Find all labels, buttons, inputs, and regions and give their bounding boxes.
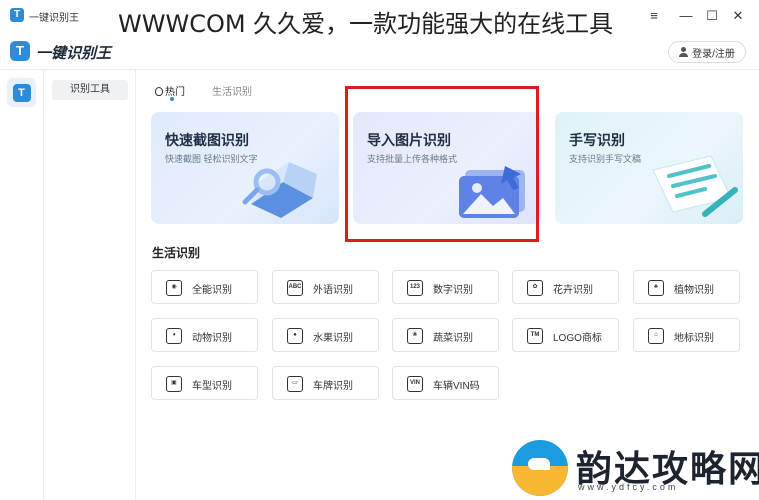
- tool-foreign-language-recognition[interactable]: ABC 外语识别: [272, 270, 379, 304]
- user-icon: [679, 47, 689, 57]
- tool-label: 水果识别: [313, 333, 353, 344]
- tool-label: LOGO商标: [553, 333, 602, 344]
- tab-hot[interactable]: 热门: [155, 83, 185, 98]
- tab-hot-label: 热门: [165, 87, 185, 98]
- highlight-frame: [345, 86, 539, 242]
- tool-label: 车型识别: [192, 381, 232, 392]
- tool-plant-recognition[interactable]: ♣ 植物识别: [633, 270, 740, 304]
- animal-icon: ◕: [166, 328, 182, 344]
- 123-icon: 123: [407, 280, 423, 296]
- flame-icon: [155, 87, 163, 96]
- logo-icon: TM: [527, 328, 543, 344]
- license-plate-icon: ▭: [287, 376, 303, 392]
- plant-icon: ♣: [648, 280, 664, 296]
- tool-fruit-recognition[interactable]: ● 水果识别: [272, 318, 379, 352]
- tool-number-recognition[interactable]: 123 数字识别: [392, 270, 499, 304]
- left-rail: T: [0, 70, 44, 500]
- vegetable-icon: ❀: [407, 328, 423, 344]
- app-logo-icon: T: [10, 8, 24, 22]
- maximize-icon[interactable]: ☐: [702, 6, 722, 26]
- tool-label: 数字识别: [433, 285, 473, 296]
- tab-life-label: 生活识别: [212, 87, 252, 98]
- watermark-url: www.ydfcy.com: [578, 482, 679, 492]
- title-bar: T 一键识别王 WWWCOM 久久爱，一款功能强大的在线工具 ≡ — ☐ ✕: [0, 0, 759, 38]
- book-magnifier-illustration-icon: [242, 162, 317, 218]
- minimize-icon[interactable]: —: [676, 6, 696, 26]
- screenshot-recognition-card[interactable]: 快速截图识别 快速截图 轻松识别文字: [151, 112, 339, 224]
- rail-recognition-button[interactable]: T: [7, 78, 36, 107]
- brand-logo-icon: T: [10, 41, 30, 61]
- menu-icon[interactable]: ≡: [644, 6, 664, 26]
- vin-icon: VIN: [407, 376, 423, 392]
- landmark-icon: ⌂: [648, 328, 664, 344]
- abc-icon: ABC: [287, 280, 303, 296]
- tool-label: 全能识别: [192, 285, 232, 296]
- watermark-sun-shape: [512, 466, 568, 496]
- tool-label: 地标识别: [674, 333, 714, 344]
- watermark-eye-shape: [528, 458, 550, 470]
- tool-label: 车辆VIN码: [433, 381, 480, 392]
- tool-label: 花卉识别: [553, 285, 593, 296]
- section-title-life: 生活识别: [152, 246, 201, 260]
- handwriting-recognition-card[interactable]: 手写识别 支持识别手写文稿: [555, 112, 743, 224]
- tool-animal-recognition[interactable]: ◕ 动物识别: [151, 318, 258, 352]
- tool-label: 动物识别: [192, 333, 232, 344]
- tool-flower-recognition[interactable]: ✿ 花卉识别: [512, 270, 619, 304]
- tool-car-model-recognition[interactable]: ▣ 车型识别: [151, 366, 258, 400]
- flower-icon: ✿: [527, 280, 543, 296]
- sidebar-item-recognition-tools[interactable]: 识别工具: [52, 80, 128, 100]
- tab-life-recognition[interactable]: 生活识别: [212, 83, 252, 98]
- eye-icon: ◉: [166, 280, 182, 296]
- login-register-button[interactable]: 登录/注册: [668, 41, 746, 63]
- handwriting-notebook-illustration-icon: [652, 155, 738, 217]
- brand-title: 一键识别王: [36, 45, 112, 62]
- sidebar-menu: 识别工具: [44, 70, 136, 500]
- active-tab-indicator: [170, 97, 174, 101]
- car-icon: ▣: [166, 376, 182, 392]
- login-register-label: 登录/注册: [692, 48, 735, 60]
- tool-license-plate-recognition[interactable]: ▭ 车牌识别: [272, 366, 379, 400]
- tool-vegetable-recognition[interactable]: ❀ 蔬菜识别: [392, 318, 499, 352]
- tool-label: 植物识别: [674, 285, 714, 296]
- app-window: T 一键识别王 WWWCOM 久久爱，一款功能强大的在线工具 ≡ — ☐ ✕ T…: [0, 0, 759, 500]
- window-app-name: 一键识别王: [29, 13, 79, 24]
- tool-label: 外语识别: [313, 285, 353, 296]
- tool-vin-code[interactable]: VIN 车辆VIN码: [392, 366, 499, 400]
- watermark-logo-icon: [512, 440, 568, 496]
- tool-logo-trademark[interactable]: TM LOGO商标: [512, 318, 619, 352]
- tool-label: 车牌识别: [313, 381, 353, 392]
- close-icon[interactable]: ✕: [728, 6, 748, 26]
- tool-landmark-recognition[interactable]: ⌂ 地标识别: [633, 318, 740, 352]
- app-header: T 一键识别王 登录/注册: [0, 32, 759, 70]
- recognition-app-icon: T: [12, 83, 31, 102]
- tool-label: 蔬菜识别: [433, 333, 473, 344]
- tool-all-purpose-recognition[interactable]: ◉ 全能识别: [151, 270, 258, 304]
- fruit-icon: ●: [287, 328, 303, 344]
